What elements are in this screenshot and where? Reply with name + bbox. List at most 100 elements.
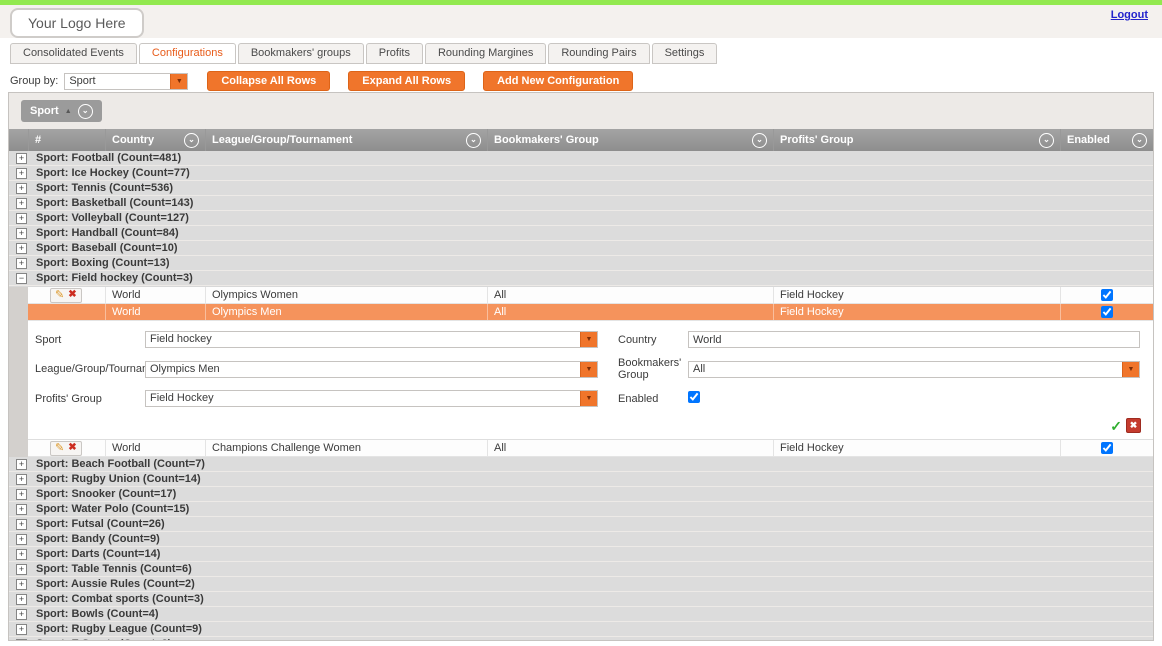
sort-asc-icon: ▲ bbox=[65, 108, 72, 115]
expand-all-rows-button[interactable]: Expand All Rows bbox=[348, 71, 465, 91]
league-group-tournament-select[interactable]: Olympics Men▼ bbox=[145, 361, 598, 378]
expand-toggle-icon[interactable]: + bbox=[16, 609, 27, 620]
filter-chevron-icon[interactable]: ⌄ bbox=[466, 133, 481, 148]
table-row[interactable]: WorldOlympics MenAllField Hockey bbox=[28, 304, 1153, 321]
tab-profits[interactable]: Profits bbox=[366, 43, 423, 64]
expand-toggle-icon[interactable]: + bbox=[16, 519, 27, 530]
table-row[interactable]: ✎✖WorldOlympics WomenAllField Hockey bbox=[28, 287, 1153, 304]
group-label: Sport: Rugby Union (Count=14) bbox=[36, 473, 201, 485]
group-row[interactable]: +Sport: Beach Football (Count=7) bbox=[9, 457, 1153, 471]
filter-chevron-icon[interactable]: ⌄ bbox=[752, 133, 767, 148]
dropdown-arrow-icon[interactable]: ▼ bbox=[580, 362, 597, 377]
dropdown-arrow-icon[interactable]: ▼ bbox=[580, 332, 597, 347]
expand-toggle-icon[interactable]: + bbox=[16, 258, 27, 269]
group-label: Sport: Boxing (Count=13) bbox=[36, 257, 170, 269]
group-row[interactable]: +Sport: E Sports (Count=2) bbox=[9, 637, 1153, 640]
delete-icon[interactable]: ✖ bbox=[68, 290, 76, 300]
profits-group-select[interactable]: Field Hockey▼ bbox=[145, 390, 598, 407]
filter-chevron-icon[interactable]: ⌄ bbox=[1039, 133, 1054, 148]
expand-toggle-icon[interactable]: + bbox=[16, 549, 27, 560]
enabled-checkbox[interactable] bbox=[1101, 306, 1113, 318]
expand-toggle-icon[interactable]: + bbox=[16, 504, 27, 515]
column-header-enabled[interactable]: Enabled⌄ bbox=[1060, 129, 1153, 151]
table-row[interactable]: ✎✖WorldChampions Challenge WomenAllField… bbox=[28, 440, 1153, 457]
group-row[interactable]: +Sport: Snooker (Count=17) bbox=[9, 487, 1153, 501]
field-label-country: Country bbox=[618, 334, 688, 346]
group-row[interactable]: +Sport: Rugby League (Count=9) bbox=[9, 622, 1153, 636]
tab-configurations[interactable]: Configurations bbox=[139, 43, 236, 64]
group-row[interactable]: −Sport: Field hockey (Count=3) bbox=[9, 271, 1153, 285]
group-row[interactable]: +Sport: Bandy (Count=9) bbox=[9, 532, 1153, 546]
group-row[interactable]: +Sport: Football (Count=481) bbox=[9, 151, 1153, 165]
group-row[interactable]: +Sport: Ice Hockey (Count=77) bbox=[9, 166, 1153, 180]
expand-toggle-icon[interactable]: + bbox=[16, 564, 27, 575]
column-header-profits-group[interactable]: Profits' Group ⌄ bbox=[773, 129, 1060, 151]
dropdown-arrow-icon[interactable]: ▼ bbox=[580, 391, 597, 406]
column-header-league-group-tournament[interactable]: League/Group/Tournament⌄ bbox=[205, 129, 487, 151]
group-row[interactable]: + Sport: Boxing (Count=13) bbox=[9, 256, 1153, 270]
save-button[interactable]: ✓ bbox=[1110, 419, 1122, 433]
grouping-bar: Sport ▲ ⌄ bbox=[9, 93, 1153, 129]
column-header-country[interactable]: Country⌄ bbox=[105, 129, 205, 151]
logout-link[interactable]: Logout bbox=[1111, 9, 1148, 21]
group-row[interactable]: +Sport: Water Polo (Count=15) bbox=[9, 502, 1153, 516]
group-row[interactable]: +Sport: Handball (Count=84) bbox=[9, 226, 1153, 240]
add-new-configuration-button[interactable]: Add New Configuration bbox=[483, 71, 633, 91]
filter-chevron-icon[interactable]: ⌄ bbox=[184, 133, 199, 148]
delete-icon[interactable]: ✖ bbox=[68, 443, 76, 453]
group-row[interactable]: +Sport: Table Tennis (Count=6) bbox=[9, 562, 1153, 576]
collapse-toggle-icon[interactable]: − bbox=[16, 273, 27, 284]
expand-toggle-icon[interactable]: + bbox=[16, 594, 27, 605]
group-row[interactable]: +Sport: Baseball (Count=10) bbox=[9, 241, 1153, 255]
expand-toggle-icon[interactable]: + bbox=[16, 534, 27, 545]
tab-rounding-margines[interactable]: Rounding Margines bbox=[425, 43, 546, 64]
group-chip-sport[interactable]: Sport ▲ ⌄ bbox=[21, 100, 102, 122]
group-by-select[interactable]: Sport ▼ bbox=[64, 73, 188, 90]
expand-toggle-icon[interactable]: + bbox=[16, 168, 27, 179]
group-row[interactable]: +Sport: Tennis (Count=536) bbox=[9, 181, 1153, 195]
group-chip-label: Sport bbox=[30, 105, 59, 117]
expand-toggle-icon[interactable]: + bbox=[16, 243, 27, 254]
group-row[interactable]: +Sport: Darts (Count=14) bbox=[9, 547, 1153, 561]
group-row[interactable]: +Sport: Aussie Rules (Count=2) bbox=[9, 577, 1153, 591]
group-row[interactable]: +Sport: Volleyball (Count=127) bbox=[9, 211, 1153, 225]
expand-toggle-icon[interactable]: + bbox=[16, 198, 27, 209]
enabled-checkbox[interactable] bbox=[1101, 289, 1113, 301]
enabled-checkbox[interactable] bbox=[688, 391, 700, 403]
country-input[interactable]: World bbox=[688, 331, 1140, 348]
group-row[interactable]: +Sport: Combat sports (Count=3) bbox=[9, 592, 1153, 606]
column-header-[interactable]: # bbox=[28, 129, 105, 151]
expand-toggle-icon[interactable]: + bbox=[16, 639, 27, 641]
group-row[interactable]: +Sport: Bowls (Count=4) bbox=[9, 607, 1153, 621]
expand-toggle-icon[interactable]: + bbox=[16, 183, 27, 194]
bookmakers-group-select[interactable]: All▼ bbox=[688, 361, 1140, 378]
expand-toggle-icon[interactable]: + bbox=[16, 459, 27, 470]
group-row[interactable]: +Sport: Futsal (Count=26) bbox=[9, 517, 1153, 531]
tab-consolidated-events[interactable]: Consolidated Events bbox=[10, 43, 137, 64]
tab-bookmakers-groups[interactable]: Bookmakers' groups bbox=[238, 43, 364, 64]
collapse-all-rows-button[interactable]: Collapse All Rows bbox=[207, 71, 330, 91]
tab-settings[interactable]: Settings bbox=[652, 43, 718, 64]
expand-toggle-icon[interactable]: + bbox=[16, 213, 27, 224]
expand-toggle-icon[interactable]: + bbox=[16, 624, 27, 635]
edit-icon[interactable]: ✎ bbox=[55, 290, 64, 301]
column-header-bookmakers-group[interactable]: Bookmakers' Group⌄ bbox=[487, 129, 773, 151]
enabled-checkbox[interactable] bbox=[1101, 442, 1113, 454]
edit-icon[interactable]: ✎ bbox=[55, 443, 64, 454]
chevron-down-icon[interactable]: ⌄ bbox=[78, 104, 93, 119]
sport-select[interactable]: Field hockey▼ bbox=[145, 331, 598, 348]
dropdown-arrow-icon[interactable]: ▼ bbox=[1122, 362, 1139, 377]
expand-toggle-icon[interactable]: + bbox=[16, 228, 27, 239]
group-row[interactable]: + Sport: Rugby Union (Count=14) bbox=[9, 472, 1153, 486]
column-header-label: Profits' Group bbox=[780, 134, 854, 146]
expand-toggle-icon[interactable]: + bbox=[16, 489, 27, 500]
expand-toggle-icon[interactable]: + bbox=[16, 579, 27, 590]
group-row[interactable]: +Sport: Basketball (Count=143) bbox=[9, 196, 1153, 210]
tab-rounding-pairs[interactable]: Rounding Pairs bbox=[548, 43, 649, 64]
filter-chevron-icon[interactable]: ⌄ bbox=[1132, 133, 1147, 148]
cancel-button[interactable]: ✖ bbox=[1126, 418, 1141, 433]
expand-toggle-icon[interactable]: + bbox=[16, 153, 27, 164]
dropdown-arrow-icon[interactable]: ▼ bbox=[170, 74, 187, 89]
grid-header: #Country⌄League/Group/Tournament⌄Bookmak… bbox=[9, 129, 1153, 151]
expand-toggle-icon[interactable]: + bbox=[16, 474, 27, 485]
